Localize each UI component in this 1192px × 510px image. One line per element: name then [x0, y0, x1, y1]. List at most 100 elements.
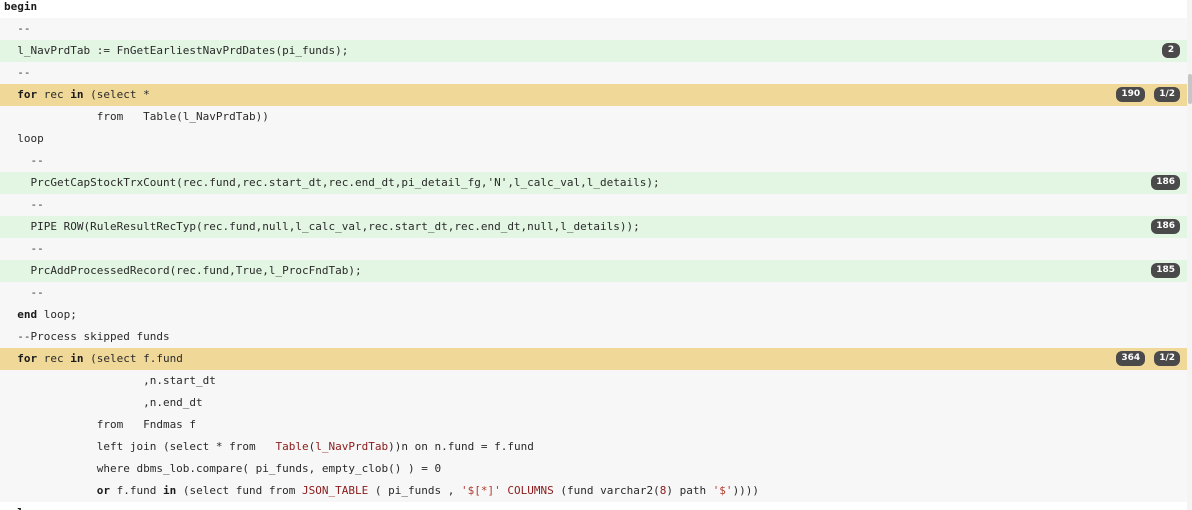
code-line-text: -- [4, 22, 31, 35]
code-line: loop [0, 128, 1187, 150]
code-line: ,n.end_dt [0, 392, 1187, 414]
code-line-text: for rec in (select f.fund [4, 352, 183, 365]
code-token: from Table(l_NavPrdTab)) [4, 110, 269, 123]
code-token: COLUMNS [507, 484, 554, 497]
code-token: rec [37, 352, 71, 365]
code-line: end loop; [0, 304, 1187, 326]
code-token: PrcGetCapStockTrxCount(rec.fund,rec.star… [4, 176, 660, 189]
coverage-badges: 2 [1162, 43, 1180, 59]
code-line-text: where dbms_lob.compare( pi_funds, empty_… [4, 462, 441, 475]
code-line-text: ,n.end_dt [4, 396, 203, 409]
code-line-text: PrcGetCapStockTrxCount(rec.fund,rec.star… [4, 176, 660, 189]
code-line-text: begin [4, 0, 37, 13]
branch-coverage-badge[interactable]: 1/2 [1154, 87, 1180, 102]
code-line-text: -- [4, 154, 44, 167]
code-token: from Fndmas f [4, 418, 197, 431]
code-line-text: PIPE ROW(RuleResultRecTyp(rec.fund,null,… [4, 220, 640, 233]
hit-count-badge[interactable]: 186 [1151, 175, 1180, 190]
code-line: left join (select * from Table(l_NavPrdT… [0, 436, 1187, 458]
code-token: -- [4, 242, 44, 255]
code-token: ( pi_funds , [368, 484, 461, 497]
code-line: PIPE ROW(RuleResultRecTyp(rec.fund,null,… [0, 216, 1187, 238]
coverage-badges: 364 1/2 [1116, 351, 1180, 367]
hit-count-badge[interactable]: 190 [1116, 87, 1146, 102]
code-token: '$[*]' [461, 484, 501, 497]
code-line: -- [0, 194, 1187, 216]
code-line: where dbms_lob.compare( pi_funds, empty_… [0, 458, 1187, 480]
code-line: --Process skipped funds [0, 326, 1187, 348]
code-token: for [17, 352, 38, 365]
code-token: ))n on n.fund = f.fund [388, 440, 534, 453]
code-token: PIPE ROW(RuleResultRecTyp(rec.fund,null,… [4, 220, 640, 233]
code-line: PrcGetCapStockTrxCount(rec.fund,rec.star… [0, 172, 1187, 194]
code-token: )))) [732, 484, 760, 497]
hit-count-badge[interactable]: 185 [1151, 263, 1180, 278]
code-token: f.fund [109, 484, 163, 497]
hit-count-badge[interactable]: 2 [1162, 43, 1180, 58]
code-line: -- [0, 238, 1187, 260]
scrollbar-thumb[interactable] [1188, 74, 1192, 104]
code-line: -- [0, 150, 1187, 172]
code-token: -- [4, 154, 44, 167]
coverage-badges: 190 1/2 [1116, 87, 1180, 103]
code-line: ,n.start_dt [0, 370, 1187, 392]
code-line: for rec in (select * 190 1/2 [0, 84, 1187, 106]
code-token: Table [275, 440, 309, 453]
code-line-text: or f.fund in (select fund from JSON_TABL… [4, 484, 759, 497]
code-token: in [70, 88, 84, 101]
code-line-text: -- [4, 286, 44, 299]
code-line: or f.fund in (select fund from JSON_TABL… [0, 480, 1187, 502]
vertical-scrollbar[interactable] [1187, 0, 1192, 510]
code-token: in [162, 484, 177, 497]
code-line-text: loop [4, 132, 44, 145]
code-token: for [17, 88, 38, 101]
code-line: begin [0, 0, 1187, 18]
code-line: -- [0, 62, 1187, 84]
code-token: loop [4, 132, 44, 145]
code-coverage-view: begin -- l_NavPrdTab := FnGetEarliestNav… [0, 0, 1187, 510]
code-token: PrcAddProcessedRecord(rec.fund,True,l_Pr… [4, 264, 362, 277]
hit-count-badge[interactable]: 186 [1151, 219, 1180, 234]
code-token: ) path [666, 484, 713, 497]
code-token: -- [4, 66, 31, 79]
code-line-text: l [4, 506, 24, 510]
code-line-text: l_NavPrdTab := FnGetEarliestNavPrdDates(… [4, 44, 348, 57]
code-line: for rec in (select f.fund 364 1/2 [0, 348, 1187, 370]
code-line-text: end loop; [4, 308, 77, 321]
hit-count-badge[interactable]: 364 [1116, 351, 1146, 366]
code-token: -- [4, 286, 44, 299]
code-token: --Process skipped funds [4, 330, 170, 343]
code-token: loop; [37, 308, 77, 321]
code-token: left join (select * from [4, 440, 276, 453]
code-token: -- [4, 198, 44, 211]
code-line: l [0, 502, 1187, 510]
code-line: l_NavPrdTab := FnGetEarliestNavPrdDates(… [0, 40, 1187, 62]
code-token: -- [4, 22, 31, 35]
code-line-text: -- [4, 66, 31, 79]
code-token: begin [4, 0, 38, 13]
code-line-text: -- [4, 198, 44, 211]
code-token: l [17, 506, 24, 510]
code-line-text: left join (select * from Table(l_NavPrdT… [4, 440, 534, 453]
code-token: JSON_TABLE [302, 484, 369, 497]
branch-coverage-badge[interactable]: 1/2 [1154, 351, 1180, 366]
code-line-text: PrcAddProcessedRecord(rec.fund,True,l_Pr… [4, 264, 362, 277]
code-token: (select f.fund [83, 352, 183, 365]
code-line-text: ,n.start_dt [4, 374, 216, 387]
code-token: l_NavPrdTab [315, 440, 389, 453]
code-line-text: -- [4, 242, 44, 255]
code-token: in [70, 352, 84, 365]
code-line: PrcAddProcessedRecord(rec.fund,True,l_Pr… [0, 260, 1187, 282]
code-line: -- [0, 282, 1187, 304]
code-token: end [17, 308, 38, 321]
code-token: (fund varchar2( [553, 484, 660, 497]
code-token: where dbms_lob.compare( pi_funds, empty_… [4, 462, 442, 475]
code-line-text: for rec in (select * [4, 88, 149, 101]
coverage-badges: 186 [1151, 175, 1180, 191]
code-line: -- [0, 18, 1187, 40]
code-line-text: from Table(l_NavPrdTab)) [4, 110, 269, 123]
